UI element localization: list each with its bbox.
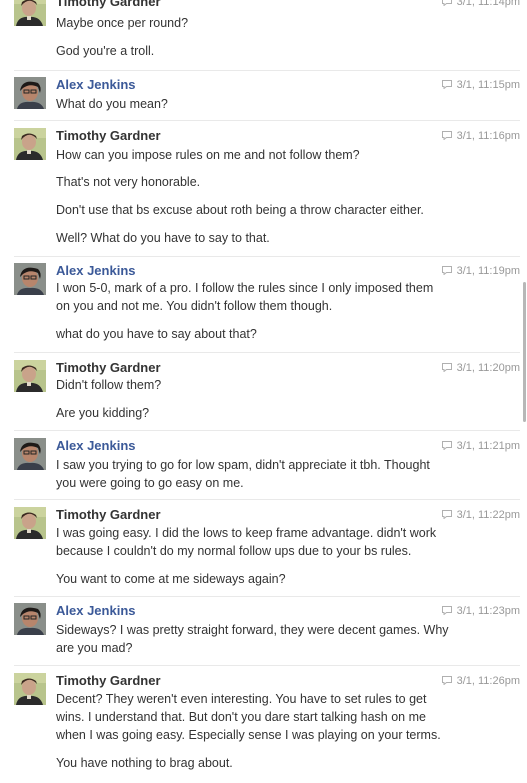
message-line: I won 5-0, mark of a pro. I follow the r… [56, 281, 434, 295]
timestamp-text: 3/1, 11:16pm [456, 130, 520, 142]
sender-name[interactable]: Alex Jenkins [56, 438, 136, 454]
timestamp-text: 3/1, 11:26pm [456, 675, 520, 687]
message-line: Maybe once per round? [56, 16, 189, 30]
timestamp: 3/1, 11:19pm [441, 264, 520, 278]
message-line: You want to come at me sideways again? [56, 572, 286, 586]
timestamp: 3/1, 11:26pm [441, 674, 520, 688]
sender-name[interactable]: Alex Jenkins [56, 77, 136, 93]
message-bubble-icon [441, 676, 452, 685]
sender-name[interactable]: Timothy Gardner [56, 360, 161, 376]
timestamp: 3/1, 11:20pm [441, 361, 520, 375]
divider [14, 256, 520, 257]
divider [14, 70, 520, 71]
timestamp: 3/1, 11:14pm [441, 0, 520, 9]
message-line: Didn't follow them? [56, 378, 162, 392]
divider [14, 499, 520, 500]
avatar[interactable] [14, 507, 46, 539]
divider [14, 665, 520, 666]
message-line: what do you have to say about that? [56, 327, 257, 341]
message-bubble-icon [441, 606, 452, 615]
message-thread: Timothy Gardner 3/1, 11:14pm Maybe once … [0, 0, 527, 783]
message-line: you were going to go easy on me. [56, 476, 244, 490]
message-bubble-icon [441, 266, 452, 275]
message-line: You have nothing to brag about. [56, 756, 233, 770]
timestamp-text: 3/1, 11:14pm [456, 0, 520, 8]
message-line: on you and not me. You didn't follow the… [56, 299, 333, 313]
avatar[interactable] [14, 263, 46, 295]
sender-name[interactable]: Alex Jenkins [56, 603, 136, 619]
message-line: are you mad? [56, 641, 133, 655]
avatar[interactable] [14, 0, 46, 26]
message-line: I was going easy. I did the lows to keep… [56, 526, 437, 540]
message-line: How can you impose rules on me and not f… [56, 148, 360, 162]
avatar[interactable] [14, 603, 46, 635]
message-line: That's not very honorable. [56, 175, 201, 189]
message-bubble-icon [441, 441, 452, 450]
message-bubble-icon [441, 0, 452, 6]
divider [14, 596, 520, 597]
message-line: I saw you trying to go for low spam, did… [56, 458, 430, 472]
sender-name[interactable]: Timothy Gardner [56, 128, 161, 144]
message-line: when I was going easy. Especially sense … [56, 728, 441, 742]
avatar[interactable] [14, 673, 46, 705]
message-line: What do you mean? [56, 97, 168, 111]
timestamp: 3/1, 11:15pm [441, 78, 520, 92]
sender-name[interactable]: Timothy Gardner [56, 673, 161, 689]
timestamp: 3/1, 11:16pm [441, 129, 520, 143]
timestamp-text: 3/1, 11:22pm [456, 509, 520, 521]
avatar[interactable] [14, 438, 46, 470]
message-line: wins. I understand that. But don't you d… [56, 710, 426, 724]
divider [14, 120, 520, 121]
avatar[interactable] [14, 128, 46, 160]
message-bubble-icon [441, 510, 452, 519]
message-line: Decent? They weren't even interesting. Y… [56, 692, 427, 706]
timestamp-text: 3/1, 11:20pm [456, 362, 520, 374]
avatar[interactable] [14, 360, 46, 392]
timestamp-text: 3/1, 11:15pm [456, 79, 520, 91]
timestamp-text: 3/1, 11:23pm [456, 605, 520, 617]
timestamp: 3/1, 11:21pm [441, 439, 520, 453]
message-line: because I couldn't do my normal follow u… [56, 544, 412, 558]
divider [14, 352, 520, 353]
message-bubble-icon [441, 363, 452, 372]
sender-name[interactable]: Timothy Gardner [56, 507, 161, 523]
message-line: Don't use that bs excuse about roth bein… [56, 203, 424, 217]
timestamp: 3/1, 11:23pm [441, 604, 520, 618]
message-line: Well? What do you have to say to that. [56, 231, 270, 245]
message-bubble-icon [441, 131, 452, 140]
divider [14, 430, 520, 431]
scrollbar[interactable] [523, 282, 526, 422]
sender-name[interactable]: Alex Jenkins [56, 263, 136, 279]
timestamp-text: 3/1, 11:21pm [456, 440, 520, 452]
timestamp-text: 3/1, 11:19pm [456, 265, 520, 277]
message-line: Are you kidding? [56, 406, 150, 420]
sender-name[interactable]: Timothy Gardner [56, 0, 161, 10]
timestamp: 3/1, 11:22pm [441, 508, 520, 522]
message-bubble-icon [441, 80, 452, 89]
avatar[interactable] [14, 77, 46, 109]
message-line: God you're a troll. [56, 44, 155, 58]
message-line: Sideways? I was pretty straight forward,… [56, 623, 449, 637]
